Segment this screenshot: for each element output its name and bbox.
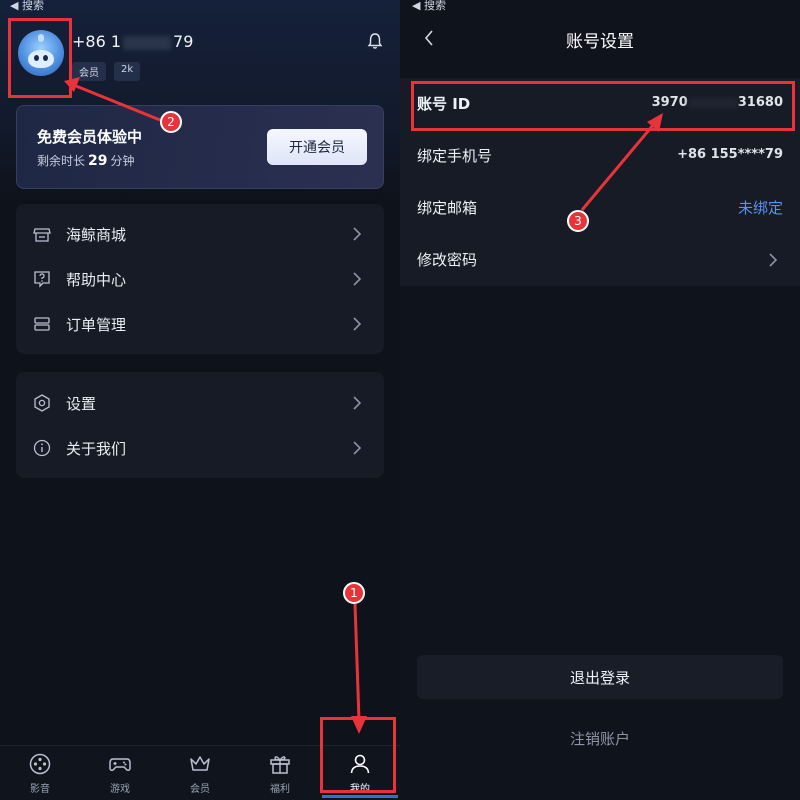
profile-phone: +86 1 79 [72, 32, 193, 51]
gift-icon [270, 756, 290, 774]
menu-item-settings[interactable]: 设置 [16, 381, 384, 425]
vip-remaining-label: 剩余时长 [37, 154, 86, 168]
chevron-right-icon [769, 253, 778, 267]
info-icon [33, 439, 51, 457]
menu-item-orders[interactable]: 订单管理 [16, 302, 384, 346]
annotation-box-mine-tab [320, 717, 396, 793]
menu-item-store[interactable]: 海鲸商城 [16, 212, 384, 256]
menu-item-about[interactable]: 关于我们 [16, 426, 384, 470]
row-bind-email[interactable]: 绑定邮箱 未绑定 [400, 182, 800, 234]
cancel-account-link[interactable]: 注销账户 [400, 728, 800, 749]
nav-tab-games-label: 游戏 [110, 784, 130, 795]
page-title: 账号设置 [566, 32, 634, 52]
vip-title: 免费会员体验中 [37, 128, 143, 146]
vip-remaining: 剩余时长 29 分钟 [37, 152, 135, 169]
help-icon [34, 271, 50, 288]
chevron-right-icon [353, 317, 362, 331]
change-password-label: 修改密码 [417, 251, 478, 269]
menu-item-orders-label: 订单管理 [66, 315, 127, 334]
gamepad-icon [109, 758, 131, 771]
phone-prefix: +86 1 [72, 32, 122, 51]
nav-tab-media[interactable]: 影音 [0, 746, 80, 800]
bind-email-value[interactable]: 未绑定 [738, 197, 783, 218]
chevron-right-icon [353, 396, 362, 410]
menu-item-settings-label: 设置 [66, 394, 97, 413]
open-vip-button[interactable]: 开通会员 [267, 129, 367, 165]
order-icon [34, 317, 50, 331]
bind-phone-value: +86 155****79 [677, 147, 783, 162]
screenshot-root: ◀ 搜索 +86 1 79 会员 2k 免费会员体验中 剩余时长 29 分钟 开通会员 [0, 0, 800, 800]
annotation-marker-2: 2 [160, 111, 182, 133]
vip-remaining-value: 29 [88, 153, 108, 169]
settings-icon [34, 394, 50, 412]
nav-tab-vip-label: 会员 [190, 784, 210, 795]
logout-button[interactable]: 退出登录 [417, 655, 783, 699]
bind-phone-label: 绑定手机号 [417, 147, 493, 165]
row-change-password[interactable]: 修改密码 [400, 234, 800, 286]
vip-trial-card: 免费会员体验中 剩余时长 29 分钟 开通会员 [16, 105, 384, 189]
status-back-link[interactable]: ◀ 搜索 [412, 0, 446, 11]
menu-item-help-label: 帮助中心 [66, 270, 127, 289]
row-bind-phone[interactable]: 绑定手机号 +86 155****79 [400, 130, 800, 182]
nav-tab-benefits[interactable]: 福利 [240, 746, 320, 800]
media-icon [29, 753, 51, 775]
phone-suffix: 79 [173, 32, 194, 51]
annotation-box-account-id [411, 81, 795, 131]
annotation-marker-3: 3 [567, 210, 589, 232]
menu-item-help[interactable]: 帮助中心 [16, 257, 384, 301]
bind-email-label: 绑定邮箱 [417, 199, 478, 217]
store-icon [33, 228, 51, 242]
annotation-marker-1: 1 [343, 582, 365, 604]
annotation-box-avatar [8, 18, 72, 98]
nav-tab-media-label: 影音 [30, 784, 50, 795]
bell-icon[interactable] [366, 32, 384, 50]
menu-group-secondary: 设置 关于我们 [16, 372, 384, 478]
nav-tab-vip[interactable]: 会员 [160, 746, 240, 800]
status-back-link[interactable]: ◀ 搜索 [10, 0, 44, 12]
profile-screen: ◀ 搜索 +86 1 79 会员 2k 免费会员体验中 剩余时长 29 分钟 开通会员 [0, 0, 400, 800]
phone-redacted [123, 35, 172, 50]
chevron-right-icon [353, 441, 362, 455]
member-badge: 会员 [72, 62, 106, 81]
menu-item-store-label: 海鲸商城 [66, 225, 127, 244]
nav-active-indicator [322, 795, 398, 798]
crown-icon [190, 756, 210, 771]
level-badge: 2k [114, 62, 141, 81]
chevron-right-icon [353, 272, 362, 286]
nav-tab-benefits-label: 福利 [270, 784, 290, 795]
profile-badges: 会员 2k [72, 62, 141, 81]
menu-group-primary: 海鲸商城 帮助中心 订单管理 [16, 204, 384, 354]
menu-item-about-label: 关于我们 [66, 439, 127, 458]
vip-remaining-unit: 分钟 [110, 154, 135, 168]
nav-tab-games[interactable]: 游戏 [80, 746, 160, 800]
chevron-right-icon [353, 227, 362, 241]
